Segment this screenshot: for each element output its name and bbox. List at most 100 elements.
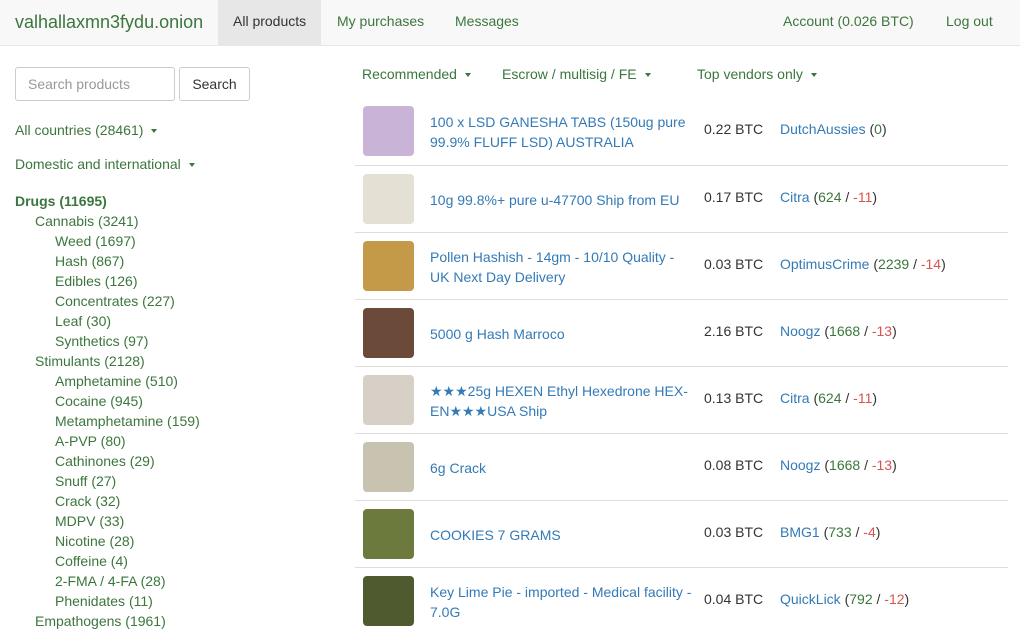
product-title-link[interactable]: Key Lime Pie - imported - Medical facili… [430,582,695,622]
vendor-negative-rating: -11 [853,390,873,406]
chevron-down-icon [810,73,817,78]
chevron-down-icon [464,73,471,78]
vendor-positive-rating: 0 [874,121,882,137]
vendor-link[interactable]: DutchAussies [780,121,866,137]
vendor-positive-rating: 1668 [829,457,861,473]
category-item[interactable]: Synthetics (97) [55,331,148,351]
chevron-down-icon [151,129,158,134]
sort-recommended[interactable]: Recommended [362,66,471,82]
listing-row[interactable]: 5000 g Hash Marroco 2.16 BTC Noogz (1668 /… [355,299,1008,366]
vendor-negative-rating: -14 [920,256,942,272]
product-price: 0.03 BTC [704,256,764,272]
product-thumbnail[interactable] [363,174,414,224]
country-filter-label: All countries (28461) [15,122,144,138]
vendor-positive-rating: 792 [849,591,873,607]
product-price: 0.03 BTC [704,524,764,540]
category-item[interactable]: Snuff (27) [55,471,116,491]
sort-recommended-label: Recommended [362,66,457,82]
nav-account[interactable]: Account (0.026 BTC) [768,0,929,45]
filter-top-vendors[interactable]: Top vendors only [697,66,817,82]
product-thumbnail[interactable] [363,308,414,358]
listing-row[interactable]: COOKIES 7 GRAMS 0.03 BTC BMG1 (733 / -4) [355,500,1008,567]
vendor-link[interactable]: QuickLick [780,591,841,607]
filter-escrow[interactable]: Escrow / multisig / FE [502,66,651,82]
vendor-info: DutchAussies (0) [780,121,887,137]
product-price: 0.13 BTC [704,390,764,406]
product-title-link[interactable]: Pollen Hashish - 14gm - 10/10 Quality - … [430,247,695,287]
vendor-link[interactable]: OptimusCrime [780,256,869,272]
category-item[interactable]: Cannabis (3241) [35,211,139,231]
vendor-positive-rating: 624 [818,390,842,406]
nav-my-purchases[interactable]: My purchases [322,0,439,45]
product-title-link[interactable]: ★★★25g HEXEN Ethyl Hexedrone HEX-EN★★★US… [430,381,695,421]
category-item[interactable]: Drugs (11695) [15,191,107,211]
category-item[interactable]: Leaf (30) [55,311,111,331]
product-thumbnail[interactable] [363,241,414,291]
category-item[interactable]: A-PVP (80) [55,431,126,451]
nav-messages[interactable]: Messages [440,0,534,45]
category-item[interactable]: Nicotine (28) [55,531,134,551]
product-thumbnail[interactable] [363,509,414,559]
category-item[interactable]: MDPV (33) [55,511,124,531]
chevron-down-icon [188,163,195,168]
vendor-link[interactable]: Citra [780,390,810,406]
product-title-link[interactable]: 6g Crack [430,458,695,478]
product-price: 0.22 BTC [704,121,764,137]
vendor-link[interactable]: Noogz [780,323,820,339]
category-item[interactable]: Stimulants (2128) [35,351,145,371]
vendor-negative-rating: -13 [871,323,893,339]
category-item[interactable]: Hash (867) [55,251,124,271]
vendor-link[interactable]: BMG1 [780,524,820,540]
vendor-link[interactable]: Noogz [780,457,820,473]
vendor-info: BMG1 (733 / -4) [780,524,881,540]
nav-logout[interactable]: Log out [931,0,1008,45]
category-item[interactable]: Cocaine (945) [55,391,143,411]
vendor-info: Noogz (1668 / -13) [780,457,897,473]
product-price: 0.08 BTC [704,457,764,473]
country-filter[interactable]: All countries (28461) [15,122,158,138]
category-item[interactable]: Coffeine (4) [55,551,128,571]
product-title-link[interactable]: 100 x LSD GANESHA TABS (150ug pure 99.9%… [430,112,695,152]
product-title-link[interactable]: 10g 99.8%+ pure u-47700 Ship from EU [430,190,695,210]
shipping-filter[interactable]: Domestic and international [15,156,195,172]
listing-row[interactable]: 10g 99.8%+ pure u-47700 Ship from EU 0.17… [355,165,1008,232]
category-item[interactable]: Concentrates (227) [55,291,175,311]
product-thumbnail[interactable] [363,576,414,626]
product-price: 0.04 BTC [704,591,764,607]
search-button[interactable]: Search [179,67,250,101]
product-title-link[interactable]: COOKIES 7 GRAMS [430,525,695,545]
site-brand[interactable]: valhallaxmn3fydu.onion [15,0,203,44]
category-item[interactable]: Amphetamine (510) [55,371,178,391]
search-input[interactable] [15,67,175,101]
vendor-positive-rating: 733 [828,524,852,540]
category-item[interactable]: Crack (32) [55,491,120,511]
product-price: 2.16 BTC [704,323,764,339]
product-thumbnail[interactable] [363,106,414,156]
product-thumbnail[interactable] [363,375,414,425]
product-title-link[interactable]: 5000 g Hash Marroco [430,324,695,344]
category-item[interactable]: Empathogens (1961) [35,611,166,631]
product-thumbnail[interactable] [363,442,414,492]
vendor-info: Noogz (1668 / -13) [780,323,897,339]
nav-all-products[interactable]: All products [218,0,322,45]
listing-row[interactable]: Key Lime Pie - imported - Medical facili… [355,567,1008,634]
filter-escrow-label: Escrow / multisig / FE [502,66,637,82]
vendor-negative-rating: -11 [853,189,873,205]
category-item[interactable]: 2-FMA / 4-FA (28) [55,571,165,591]
category-item[interactable]: Metamphetamine (159) [55,411,200,431]
vendor-positive-rating: 1668 [829,323,861,339]
vendor-negative-rating: -13 [871,457,893,473]
category-item[interactable]: Weed (1697) [55,231,136,251]
category-item[interactable]: Edibles (126) [55,271,138,291]
vendor-info: OptimusCrime (2239 / -14) [780,256,946,272]
listing-row[interactable]: 100 x LSD GANESHA TABS (150ug pure 99.9%… [355,98,1008,165]
category-item[interactable]: Phenidates (11) [55,591,153,611]
category-item[interactable]: Cathinones (29) [55,451,155,471]
listing-row[interactable]: ★★★25g HEXEN Ethyl Hexedrone HEX-EN★★★US… [355,366,1008,433]
listing-row[interactable]: 6g Crack 0.08 BTC Noogz (1668 / -13) [355,433,1008,500]
listing-row[interactable]: Pollen Hashish - 14gm - 10/10 Quality - … [355,232,1008,299]
vendor-info: QuickLick (792 / -12) [780,591,910,607]
vendor-negative-rating: -4 [863,524,876,540]
vendor-negative-rating: -12 [884,591,905,607]
vendor-link[interactable]: Citra [780,189,810,205]
